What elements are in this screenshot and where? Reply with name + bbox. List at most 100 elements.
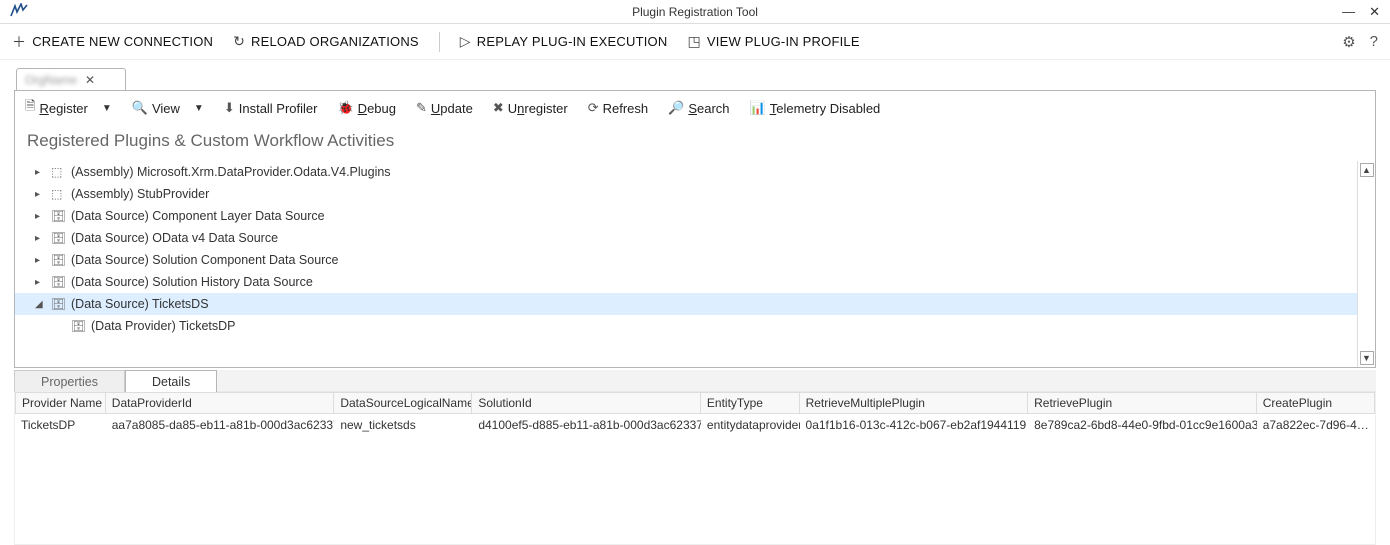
create-label: CREATE NEW CONNECTION [32, 34, 213, 49]
update-button[interactable]: ✎ Update [416, 100, 473, 116]
datasource-icon: 🗄 [51, 209, 65, 223]
close-icon[interactable]: ✕ [1369, 5, 1380, 18]
replay-label: REPLAY PLUG-IN EXECUTION [477, 34, 668, 49]
connection-tab[interactable]: OrgName ✕ [16, 68, 126, 90]
debug-button[interactable]: 🐞 Debug [337, 100, 396, 116]
telemetry-button[interactable]: 📊 Telemetry Disabled [750, 100, 881, 116]
collapse-icon[interactable]: ◢ [35, 299, 45, 310]
debug-icon: 🐞 [337, 100, 353, 116]
col-retrieve-plugin[interactable]: RetrievePlugin [1028, 392, 1257, 414]
tree-node-ticketsdp[interactable]: 🗄 (Data Provider) TicketsDP [15, 315, 1357, 337]
assembly-icon: ⬚ [51, 187, 65, 201]
grid-data-row[interactable]: TicketsDP aa7a8085-da85-eb11-a81b-000d3a… [15, 414, 1375, 436]
expand-icon[interactable]: ▸ [35, 211, 45, 222]
plugin-tree[interactable]: ▸ ⬚ (Assembly) Microsoft.Xrm.DataProvide… [15, 161, 1357, 367]
expand-icon[interactable]: ▸ [35, 167, 45, 178]
viewprof-label: VIEW PLUG-IN PROFILE [707, 34, 860, 49]
view-icon: 🔍 [132, 100, 148, 116]
tree-node-datasource[interactable]: ▸ 🗄 (Data Source) Solution Component Dat… [15, 249, 1357, 271]
update-icon: ✎ [416, 100, 427, 116]
reload-organizations-button[interactable]: ↻ RELOAD ORGANIZATIONS [233, 33, 419, 50]
cell-retrieve-multiple-plugin: 0a1f1b16-013c-412c-b067-eb2af1944119 [800, 415, 1029, 435]
view-plugin-profile-button[interactable]: ◳ VIEW PLUG-IN PROFILE [687, 33, 859, 50]
inner-toolbar: 🗎 RRegisteregister ▼ 🔍 View ▼ ⬇ Install … [15, 91, 1375, 125]
scroll-up-icon[interactable]: ▲ [1360, 163, 1374, 177]
tree-label: (Data Source) Solution Component Data So… [71, 253, 339, 267]
tree-label: (Assembly) Microsoft.Xrm.DataProvider.Od… [71, 165, 391, 179]
cell-datasource-logical-name: new_ticketsds [334, 415, 472, 435]
main-toolbar: ＋ CREATE NEW CONNECTION ↻ RELOAD ORGANIZ… [0, 24, 1390, 60]
datasource-icon: 🗄 [51, 231, 65, 245]
search-icon: 🔎 [668, 100, 684, 116]
col-retrieve-multiple-plugin[interactable]: RetrieveMultiplePlugin [800, 392, 1029, 414]
install-profiler-label: Install Profiler [239, 101, 318, 116]
tree-label: (Assembly) StubProvider [71, 187, 209, 201]
telemetry-icon: 📊 [750, 100, 766, 116]
minimize-icon[interactable]: — [1342, 5, 1355, 18]
dataprovider-icon: 🗄 [71, 319, 85, 333]
help-icon[interactable]: ? [1370, 33, 1378, 51]
install-profiler-button[interactable]: ⬇ Install Profiler [224, 100, 318, 116]
connection-tab-label: OrgName [25, 73, 77, 87]
tree-node-ticketsds[interactable]: ◢ 🗄 (Data Source) TicketsDS [15, 293, 1357, 315]
scroll-down-icon[interactable]: ▼ [1360, 351, 1374, 365]
reload-icon: ↻ [233, 33, 245, 50]
tree-label: (Data Provider) TicketsDP [91, 319, 235, 333]
tree-node-datasource[interactable]: ▸ 🗄 (Data Source) Solution History Data … [15, 271, 1357, 293]
expand-icon[interactable]: ▸ [35, 189, 45, 200]
cell-data-provider-id: aa7a8085-da85-eb11-a81b-000d3ac62337 [106, 415, 335, 435]
col-create-plugin[interactable]: CreatePlugin [1257, 392, 1375, 414]
cell-entity-type: entitydataprovider [701, 415, 800, 435]
replay-icon: ▷ [460, 33, 471, 50]
expand-icon[interactable]: ▸ [35, 277, 45, 288]
expand-icon[interactable]: ▸ [35, 255, 45, 266]
settings-gear-icon[interactable]: ⚙ [1342, 33, 1355, 51]
refresh-icon: ⟳ [588, 100, 599, 116]
datasource-icon: 🗄 [51, 297, 65, 311]
tree-node-datasource[interactable]: ▸ 🗄 (Data Source) OData v4 Data Source [15, 227, 1357, 249]
refresh-button[interactable]: ⟳ Refresh [588, 100, 648, 116]
tree-label: (Data Source) TicketsDS [71, 297, 209, 311]
tree-label: (Data Source) OData v4 Data Source [71, 231, 278, 245]
app-logo-icon [10, 3, 28, 20]
datasource-icon: 🗄 [51, 253, 65, 267]
register-button[interactable]: 🗎 RRegisteregister ▼ [25, 97, 112, 119]
lower-tab-strip: Properties Details [14, 370, 1376, 392]
install-icon: ⬇ [224, 100, 235, 116]
col-entity-type[interactable]: EntityType [701, 392, 800, 414]
create-new-connection-button[interactable]: ＋ CREATE NEW CONNECTION [12, 32, 213, 52]
replay-plugin-execution-button[interactable]: ▷ REPLAY PLUG-IN EXECUTION [460, 33, 668, 50]
reload-label: RELOAD ORGANIZATIONS [251, 34, 419, 49]
refresh-label: Refresh [603, 101, 649, 116]
datasource-icon: 🗄 [51, 275, 65, 289]
col-data-provider-id[interactable]: DataProviderId [106, 392, 335, 414]
col-provider-name[interactable]: Provider Name [15, 392, 106, 414]
title-bar: Plugin Registration Tool — ✕ [0, 0, 1390, 24]
tree-scrollbar[interactable]: ▲ ▼ [1357, 161, 1375, 367]
connection-tab-strip: OrgName ✕ [0, 68, 1390, 90]
tree-node-assembly[interactable]: ▸ ⬚ (Assembly) StubProvider [15, 183, 1357, 205]
unregister-button[interactable]: ✖ Unregister [493, 100, 568, 116]
tab-properties[interactable]: Properties [14, 370, 125, 392]
col-datasource-logical-name[interactable]: DataSourceLogicalName [334, 392, 472, 414]
tree-node-datasource[interactable]: ▸ 🗄 (Data Source) Component Layer Data S… [15, 205, 1357, 227]
search-button[interactable]: 🔎 Search [668, 100, 729, 116]
cell-create-plugin: a7a822ec-7d96-4… [1257, 415, 1375, 435]
tree-label: (Data Source) Component Layer Data Sourc… [71, 209, 325, 223]
tree-label: (Data Source) Solution History Data Sour… [71, 275, 313, 289]
expand-icon[interactable]: ▸ [35, 233, 45, 244]
chevron-down-icon[interactable]: ▼ [194, 103, 204, 114]
cell-retrieve-plugin: 8e789ca2-6bd8-44e0-9fbd-01cc9e1600a3 [1028, 415, 1257, 435]
profile-icon: ◳ [687, 33, 700, 50]
details-panel: Provider Name DataProviderId DataSourceL… [14, 392, 1376, 545]
chevron-down-icon[interactable]: ▼ [102, 103, 112, 114]
view-button[interactable]: 🔍 View ▼ [132, 100, 204, 116]
col-solution-id[interactable]: SolutionId [472, 392, 701, 414]
tab-close-icon[interactable]: ✕ [85, 73, 95, 87]
main-panel: 🗎 RRegisteregister ▼ 🔍 View ▼ ⬇ Install … [14, 90, 1376, 368]
section-title: Registered Plugins & Custom Workflow Act… [15, 125, 1375, 161]
cell-solution-id: d4100ef5-d885-eb11-a81b-000d3ac62337 [472, 415, 701, 435]
plus-icon: ＋ [12, 32, 26, 52]
tab-details[interactable]: Details [125, 370, 217, 392]
tree-node-assembly[interactable]: ▸ ⬚ (Assembly) Microsoft.Xrm.DataProvide… [15, 161, 1357, 183]
